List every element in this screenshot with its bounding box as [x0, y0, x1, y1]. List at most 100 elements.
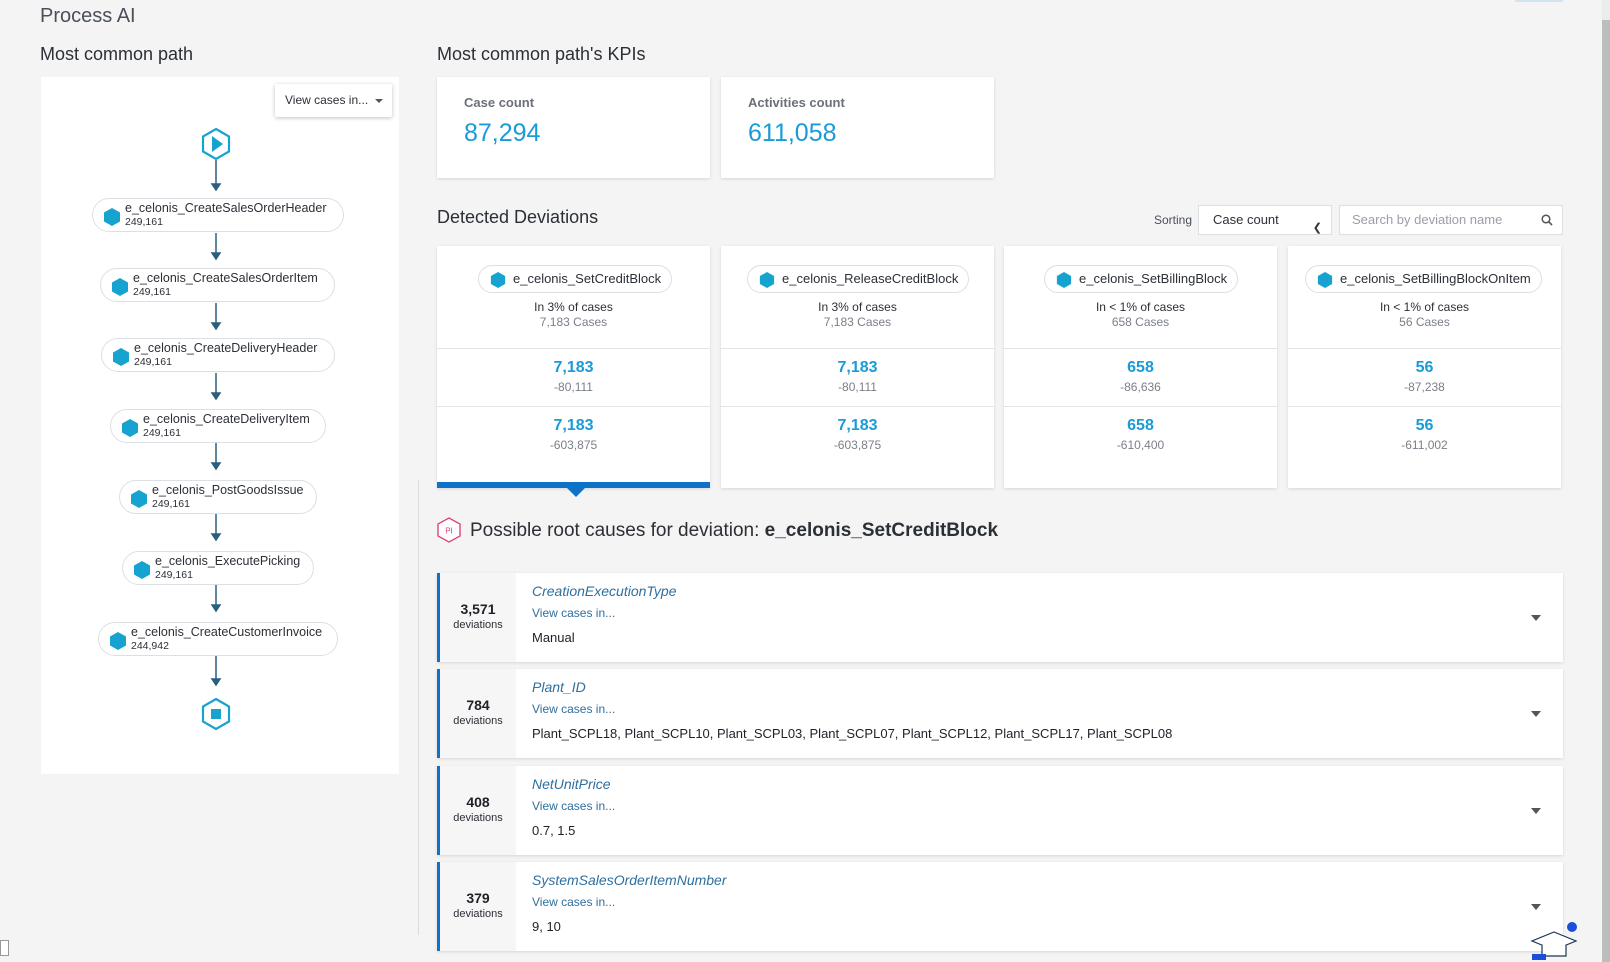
hexagon-icon: [122, 419, 138, 437]
deviation-name-pill: e_celonis_SetBillingBlockOnItem: [1305, 265, 1542, 293]
root-cause-count: 379: [466, 890, 490, 906]
divider: [437, 348, 710, 349]
view-cases-link[interactable]: View cases in...: [532, 799, 615, 813]
deviation-cases: 7,183 Cases: [539, 315, 608, 329]
path-node[interactable]: e_celonis_CreateDeliveryHeader 249,161: [101, 338, 335, 372]
deviation-metric-2: 7,183: [837, 417, 878, 434]
root-cause-row[interactable]: 408 deviations NetUnitPrice View cases i…: [437, 766, 1563, 855]
deviation-share: In < 1% of cases: [1095, 300, 1186, 314]
node-count: 244,942: [131, 640, 169, 652]
node-count: 249,161: [143, 427, 181, 439]
node-label: e_celonis_PostGoodsIssue: [152, 483, 304, 497]
path-node[interactable]: e_celonis_PostGoodsIssue 249,161: [119, 480, 317, 514]
root-cause-row[interactable]: 784 deviations Plant_ID View cases in...…: [437, 669, 1563, 758]
sorting-label: Sorting: [1154, 213, 1193, 227]
deviation-cases: 56 Cases: [1399, 315, 1450, 329]
deviation-metric-1: 56: [1415, 359, 1434, 376]
root-cause-values: 0.7, 1.5: [532, 823, 576, 838]
path-node[interactable]: e_celonis_CreateDeliveryItem 249,161: [110, 409, 326, 443]
deviation-name: e_celonis_SetCreditBlock: [513, 271, 662, 286]
node-label: e_celonis_ExecutePicking: [155, 554, 301, 568]
deviation-metric-1: 658: [1127, 359, 1154, 376]
top-badge: [1515, 0, 1563, 2]
expand-caret-icon[interactable]: [1531, 808, 1541, 814]
deviation-card[interactable]: e_celonis_ReleaseCreditBlock In 3% of ca…: [721, 246, 994, 488]
view-cases-link[interactable]: View cases in...: [532, 702, 615, 716]
root-cause-values: Manual: [532, 630, 575, 645]
deviation-name-pill: e_celonis_ReleaseCreditBlock: [747, 265, 970, 293]
deviation-metric-1-delta: -86,636: [1120, 380, 1161, 394]
sorting-select[interactable]: Case count ❮: [1198, 205, 1332, 235]
deviation-metric-1-delta: -80,111: [838, 380, 877, 394]
view-cases-link[interactable]: View cases in...: [532, 895, 615, 909]
root-cause-attribute: NetUnitPrice: [532, 776, 611, 792]
hexagon-icon: [131, 490, 147, 508]
deviation-metric-1-delta: -87,238: [1404, 380, 1445, 394]
corner-indicator: [0, 940, 9, 956]
path-node[interactable]: e_celonis_CreateSalesOrderItem 249,161: [100, 268, 335, 302]
view-cases-link[interactable]: View cases in...: [532, 606, 615, 620]
root-cause-attribute: CreationExecutionType: [532, 583, 677, 599]
node-label: e_celonis_CreateSalesOrderHeader: [125, 201, 327, 215]
root-cause-unit: deviations: [453, 812, 503, 824]
hexagon-icon: [1056, 272, 1072, 288]
hexagon-icon: [759, 272, 775, 288]
node-count: 249,161: [152, 498, 190, 510]
pi-badge-text: PI: [445, 527, 453, 536]
deviation-name: e_celonis_ReleaseCreditBlock: [782, 271, 959, 286]
divider: [721, 348, 994, 349]
divider: [437, 406, 710, 407]
academy-icon[interactable]: [1528, 920, 1580, 960]
node-count: 249,161: [133, 286, 171, 298]
deviation-metric-2: 7,183: [553, 417, 594, 434]
root-cause-attribute: SystemSalesOrderItemNumber: [532, 872, 727, 888]
root-cause-count-box: [440, 669, 516, 758]
kpi-card-case-count: Case count 87,294: [437, 77, 710, 178]
deviation-metric-2-delta: -603,875: [549, 438, 598, 452]
root-cause-count: 3,571: [460, 601, 496, 617]
path-node[interactable]: e_celonis_CreateCustomerInvoice 244,942: [98, 622, 338, 656]
deviation-metric-2-delta: -611,002: [1401, 438, 1448, 452]
expand-caret-icon[interactable]: [1531, 615, 1541, 621]
app-title: Process AI: [40, 5, 136, 27]
deviation-metric-1: 7,183: [553, 359, 594, 376]
node-label: e_celonis_CreateDeliveryItem: [143, 412, 310, 426]
node-count: 249,161: [155, 569, 193, 581]
deviation-metric-2: 56: [1415, 417, 1434, 434]
hexagon-icon: [112, 278, 128, 296]
search-placeholder: Search by deviation name: [1352, 212, 1503, 227]
hexagon-icon: [110, 632, 126, 650]
root-cause-count-box: [440, 573, 516, 662]
node-label: e_celonis_CreateCustomerInvoice: [131, 625, 323, 639]
chevron-down-icon: ❮: [1312, 222, 1322, 234]
root-cause-row[interactable]: 3,571 deviations CreationExecutionType V…: [437, 573, 1563, 662]
deviation-search-input[interactable]: Search by deviation name: [1339, 205, 1563, 235]
divider: [1004, 348, 1277, 349]
most-common-path-title: Most common path: [40, 44, 194, 64]
deviation-card[interactable]: e_celonis_SetBillingBlockOnItem In < 1% …: [1288, 246, 1561, 488]
root-cause-unit: deviations: [453, 619, 503, 631]
deviation-metric-2-delta: -610,400: [1116, 438, 1165, 452]
kpi-label: Case count: [464, 95, 535, 110]
root-cause-count-box: [440, 862, 516, 951]
path-node[interactable]: e_celonis_ExecutePicking 249,161: [122, 551, 314, 585]
path-node[interactable]: e_celonis_CreateSalesOrderHeader 249,161: [92, 198, 344, 232]
root-causes-title-prefix: Possible root causes for deviation:: [470, 520, 760, 541]
deviation-metric-2: 658: [1127, 417, 1154, 434]
root-cause-values: Plant_SCPL18, Plant_SCPL10, Plant_SCPL03…: [532, 726, 1173, 741]
node-label: e_celonis_CreateSalesOrderItem: [133, 271, 318, 285]
selected-card-pointer: [565, 486, 587, 497]
stop-icon: [201, 697, 231, 731]
deviation-card[interactable]: e_celonis_SetCreditBlock In 3% of cases …: [437, 246, 710, 488]
root-causes-deviation-name: e_celonis_SetCreditBlock: [764, 520, 999, 541]
root-cause-row[interactable]: 379 deviations SystemSalesOrderItemNumbe…: [437, 862, 1563, 951]
scrollbar-thumb[interactable]: [1602, 20, 1610, 962]
expand-caret-icon[interactable]: [1531, 711, 1541, 717]
deviation-metric-1: 7,183: [837, 359, 878, 376]
root-causes-title: Possible root causes for deviation: e_ce…: [470, 520, 998, 542]
root-cause-unit: deviations: [453, 715, 503, 727]
root-cause-values: 9, 10: [532, 919, 561, 934]
deviation-card[interactable]: e_celonis_SetBillingBlock In < 1% of cas…: [1004, 246, 1277, 488]
expand-caret-icon[interactable]: [1531, 904, 1541, 910]
divider: [1288, 406, 1561, 407]
